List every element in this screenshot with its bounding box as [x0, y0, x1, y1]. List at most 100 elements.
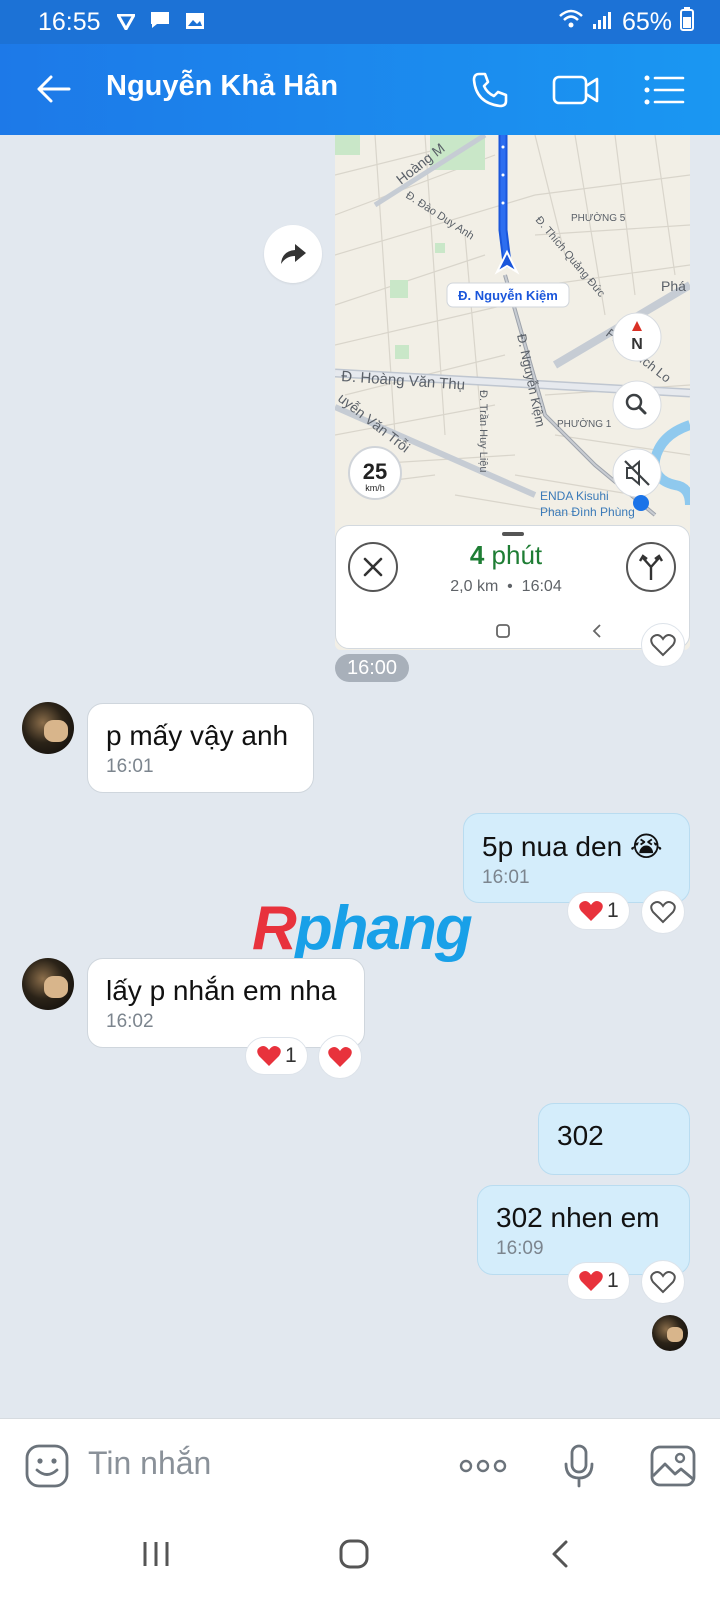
battery-percent: 65%	[621, 7, 672, 36]
recent-apps-icon	[143, 1542, 169, 1566]
message-text: 302	[557, 1120, 604, 1151]
message-bubble[interactable]: p mấy vậy anh 16:01	[87, 703, 314, 793]
react-heart-button[interactable]	[318, 1035, 362, 1079]
image-icon	[650, 1445, 696, 1487]
sticker-button[interactable]	[22, 1441, 72, 1491]
speed-limit-value: 25	[363, 459, 387, 484]
reaction-count-badge[interactable]: 1	[567, 1262, 630, 1300]
trip-distance: 2,0 km	[450, 578, 499, 595]
map-label-12: Phan Đình Phùng	[540, 505, 635, 519]
voice-call-button[interactable]	[466, 66, 514, 114]
map-label-9: PHƯỜNG 1	[557, 417, 612, 430]
heart-filled-icon	[257, 1046, 281, 1066]
map-label-11: ENDA Kisuhi	[540, 489, 609, 503]
compass-label: N	[631, 336, 643, 353]
chat-header: Nguyễn Khả Hân	[0, 44, 720, 135]
map-label-3: PHƯỜNG 5	[571, 211, 626, 224]
close-navigation-button	[348, 542, 398, 592]
home-button[interactable]	[334, 1534, 374, 1574]
message-bubble[interactable]: 302	[538, 1103, 690, 1175]
eta-text: 4 phút	[436, 540, 576, 571]
list-menu-icon	[644, 75, 685, 105]
map-sent-time: 16:00	[335, 654, 409, 682]
photo-picker-button[interactable]	[648, 1441, 698, 1491]
message-time: 16:02	[106, 1011, 154, 1032]
crying-emoji: 😭	[629, 831, 663, 862]
message-composer: Tin nhắn	[0, 1418, 720, 1510]
heart-outline-icon	[650, 901, 676, 924]
message-time: 16:09	[496, 1238, 544, 1259]
signal-icon	[592, 8, 614, 37]
seen-avatar	[652, 1315, 688, 1351]
wifi-icon	[558, 8, 584, 37]
home-icon	[339, 1539, 369, 1569]
message-time: 16:01	[482, 867, 530, 888]
map-label-13: Phá	[661, 278, 686, 294]
trip-arrival: 16:04	[521, 578, 562, 595]
voice-record-button[interactable]	[554, 1441, 604, 1491]
status-bar: 16:55 65%	[0, 0, 720, 44]
speed-limit-unit: km/h	[365, 483, 385, 493]
heart-filled-icon	[579, 1271, 603, 1291]
watermark-logo: Rphang	[252, 894, 473, 963]
more-options-button[interactable]	[458, 1441, 508, 1491]
forward-button[interactable]	[264, 225, 322, 283]
share-arrow-icon	[281, 244, 306, 264]
reaction-count: 1	[285, 1044, 297, 1067]
heart-filled-icon	[579, 901, 603, 921]
route-options-button	[626, 542, 676, 592]
message-bubble[interactable]: 5p nua den 😭 16:01	[463, 813, 690, 903]
heart-filled-icon	[328, 1047, 352, 1067]
phone-icon	[472, 72, 508, 108]
drag-handle	[502, 532, 524, 536]
eta-value: 4	[469, 540, 485, 570]
recent-apps-button[interactable]	[136, 1534, 176, 1574]
chat-messages[interactable]: Hoàng M Đ. Đào Duy Anh PHƯỜNG 5 Đ. Thích…	[0, 135, 720, 1418]
contact-avatar[interactable]	[22, 702, 74, 754]
reaction-count: 1	[607, 1269, 619, 1292]
contact-avatar[interactable]	[22, 958, 74, 1010]
current-street-label: Đ. Nguyễn Kiệm	[458, 288, 558, 303]
back-button[interactable]	[30, 66, 76, 112]
status-time: 16:55	[38, 7, 101, 36]
video-camera-icon	[552, 75, 599, 105]
navigation-panel: 4 phút 2,0 km • 16:04	[335, 525, 690, 649]
menu-button[interactable]	[640, 66, 688, 114]
back-chevron-icon	[592, 624, 601, 638]
message-text: 5p nua den 😭	[482, 831, 663, 862]
message-text: p mấy vậy anh	[106, 720, 289, 751]
video-call-button[interactable]	[552, 66, 600, 114]
more-dots-icon	[459, 1459, 507, 1473]
fork-route-icon	[638, 554, 664, 580]
map-system-nav	[496, 624, 602, 638]
arrow-left-icon	[37, 75, 71, 103]
eta-unit: phút	[491, 540, 543, 570]
react-heart-button[interactable]	[641, 1260, 685, 1304]
map-label-8: Đ. Trần Huy Liệu	[477, 390, 489, 473]
message-status-icon	[149, 8, 171, 37]
message-input[interactable]: Tin nhắn	[88, 1445, 211, 1482]
react-heart-button[interactable]	[641, 890, 685, 934]
microphone-icon	[564, 1444, 594, 1488]
sticker-face-icon	[25, 1444, 69, 1488]
reaction-count-badge[interactable]: 1	[567, 892, 630, 930]
battery-icon	[680, 6, 694, 38]
navigation-status-icon	[114, 8, 137, 37]
react-heart-button[interactable]	[641, 623, 685, 667]
trip-summary: 2,0 km • 16:04	[450, 578, 562, 595]
back-chevron-icon	[552, 1540, 568, 1568]
heart-outline-icon	[650, 634, 676, 657]
home-square-icon	[496, 624, 510, 638]
heart-outline-icon	[650, 1271, 676, 1294]
message-bubble[interactable]: lấy p nhắn em nha 16:02	[87, 958, 365, 1048]
system-back-button[interactable]	[540, 1534, 580, 1574]
system-navigation-bar	[0, 1510, 720, 1600]
message-time: 16:01	[106, 756, 154, 777]
gallery-status-icon	[185, 8, 205, 37]
message-text: 302 nhen em	[496, 1202, 660, 1233]
reaction-count: 1	[607, 899, 619, 922]
message-text: lấy p nhắn em nha	[106, 975, 337, 1006]
close-icon	[363, 557, 383, 577]
contact-name[interactable]: Nguyễn Khả Hân	[106, 70, 338, 103]
reaction-count-badge[interactable]: 1	[245, 1037, 308, 1075]
